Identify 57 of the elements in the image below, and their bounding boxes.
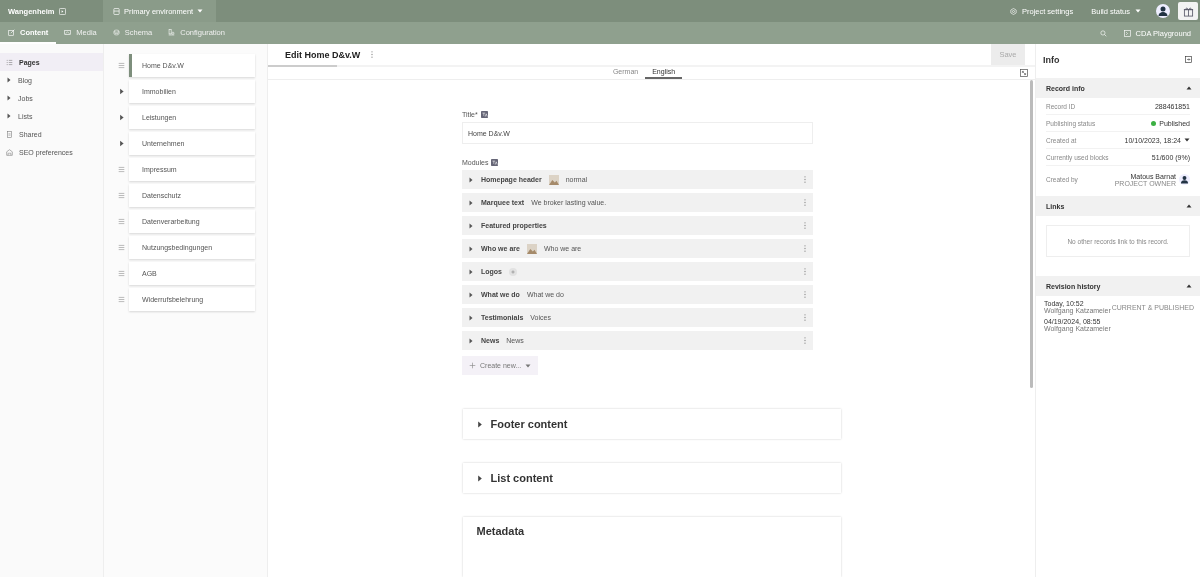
caret-right-icon[interactable]: [468, 291, 474, 298]
caret-down-icon[interactable]: [1184, 137, 1190, 143]
caret-right-icon[interactable]: [468, 337, 474, 344]
caret-right-icon[interactable]: [468, 222, 474, 229]
caret-up-icon[interactable]: [1186, 283, 1192, 289]
panel-title: Info: [1043, 54, 1060, 65]
gift-button[interactable]: [1178, 2, 1198, 20]
link-icon[interactable]: [59, 7, 67, 15]
settings-icon: [168, 28, 176, 36]
image-icon: [64, 28, 72, 36]
caret-right-icon[interactable]: [6, 95, 12, 101]
caret-icon: [476, 474, 483, 482]
caret-right-icon[interactable]: [468, 268, 474, 275]
caret-up-icon[interactable]: [1186, 85, 1192, 91]
expand-icon[interactable]: [1020, 68, 1028, 77]
edit-icon: [8, 28, 15, 36]
caret-icon: [476, 420, 483, 428]
terminal-icon: [1123, 29, 1131, 37]
caret-right-icon[interactable]: [6, 113, 12, 119]
section-title: Metadata: [476, 525, 525, 537]
caret-right-icon[interactable]: [468, 245, 474, 252]
scrollbar[interactable]: [1030, 80, 1033, 388]
expand-icon[interactable]: [118, 140, 125, 147]
section-card[interactable]: Metadata: [462, 517, 841, 577]
document-icon: [6, 130, 13, 138]
translate-icon[interactable]: [480, 111, 488, 118]
settings-icon: [1009, 7, 1017, 15]
drag-handle-icon[interactable]: [118, 244, 125, 251]
image-thumbnail: [526, 243, 537, 254]
drag-handle-icon[interactable]: [118, 166, 125, 173]
database-icon: [113, 7, 120, 15]
image-thumbnail: [548, 174, 559, 185]
editor-title: Edit Home D&v.W: [285, 49, 361, 60]
plus-icon: [469, 362, 476, 369]
section-title: List content: [490, 472, 553, 484]
caret-right-icon[interactable]: [468, 176, 474, 183]
database-icon: [112, 28, 120, 36]
avatar-icon[interactable]: [1156, 4, 1170, 18]
avatar-icon: [1179, 174, 1190, 185]
caret-right-icon[interactable]: [468, 314, 474, 321]
caret-up-icon[interactable]: [1186, 203, 1192, 209]
section-card[interactable]: Footer content: [462, 409, 841, 439]
drag-handle-icon[interactable]: [118, 192, 125, 199]
drag-handle-icon[interactable]: [118, 270, 125, 277]
list-icon: [6, 58, 13, 66]
gift-icon: [1182, 5, 1194, 17]
drag-handle-icon[interactable]: [118, 218, 125, 225]
caret-right-icon[interactable]: [6, 77, 12, 83]
expand-icon[interactable]: [118, 114, 125, 121]
translate-icon[interactable]: [491, 159, 499, 166]
section-title: Footer content: [490, 418, 568, 430]
caret-right-icon[interactable]: [468, 199, 474, 206]
drag-handle-icon[interactable]: [118, 62, 125, 69]
expand-icon[interactable]: [118, 88, 125, 95]
section-card[interactable]: List content: [462, 463, 841, 493]
collapse-panel-icon[interactable]: [1185, 56, 1192, 63]
drag-handle-icon[interactable]: [118, 296, 125, 303]
